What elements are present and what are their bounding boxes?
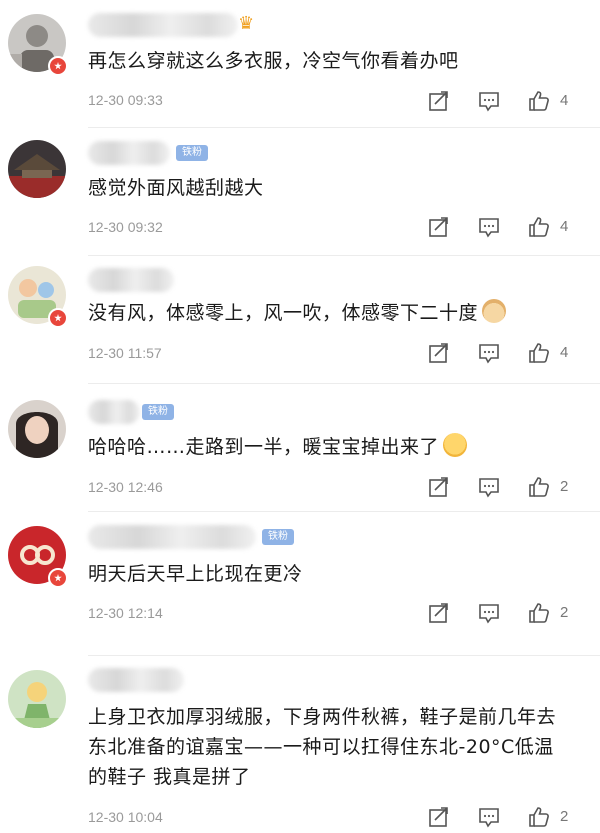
repost-icon[interactable] xyxy=(428,806,450,828)
comment-feed: ♛ 再怎么穿就这么多衣服，冷空气你看着办吧 12-30 09:33 4 铁粉 感… xyxy=(0,0,600,833)
like-count: 2 xyxy=(560,808,569,825)
comment-time: 12-30 10:04 xyxy=(88,809,163,825)
comment-time: 12-30 12:46 xyxy=(88,479,163,495)
repost-icon[interactable] xyxy=(428,476,450,498)
comment-time: 12-30 09:32 xyxy=(88,219,163,235)
doge-emoji xyxy=(482,299,507,323)
repost-icon[interactable] xyxy=(428,216,450,238)
comment-actions: 2 xyxy=(420,476,590,500)
username-blurred[interactable] xyxy=(88,13,238,37)
comment-actions: 4 xyxy=(420,90,590,114)
shy-emoji xyxy=(443,433,468,457)
fan-tag: 铁粉 xyxy=(142,404,174,420)
thumbs-up-icon[interactable] xyxy=(528,90,550,112)
comment-actions: 4 xyxy=(420,216,590,240)
comment-item: ♛ 再怎么穿就这么多衣服，冷空气你看着办吧 12-30 09:33 4 xyxy=(0,0,600,128)
fan-tag: 铁粉 xyxy=(262,529,294,545)
like-count: 4 xyxy=(560,344,569,361)
verified-badge-icon xyxy=(48,308,68,328)
comment-time: 12-30 09:33 xyxy=(88,92,163,108)
comment-time: 12-30 11:57 xyxy=(88,345,162,361)
username-blurred[interactable] xyxy=(88,400,140,424)
avatar[interactable] xyxy=(8,400,66,458)
comment-icon[interactable] xyxy=(478,806,500,828)
username-blurred[interactable] xyxy=(88,668,184,692)
username-blurred[interactable] xyxy=(88,268,174,292)
comment-icon[interactable] xyxy=(478,476,500,498)
verified-badge-icon xyxy=(48,56,68,76)
fan-tag: 铁粉 xyxy=(176,145,208,161)
repost-icon[interactable] xyxy=(428,602,450,624)
comment-text: 哈哈哈……走路到一半，暖宝宝掉出来了 xyxy=(88,432,583,462)
comment-icon[interactable] xyxy=(478,342,500,364)
comment-icon[interactable] xyxy=(478,216,500,238)
comment-actions: 2 xyxy=(420,602,590,626)
comment-icon[interactable] xyxy=(478,90,500,112)
comment-actions: 2 xyxy=(420,806,590,830)
comment-item: 铁粉 明天后天早上比现在更冷 12-30 12:14 2 xyxy=(0,512,600,652)
comment-text: 上身卫衣加厚羽绒服，下身两件秋裤，鞋子是前几年去东北准备的谊嘉宝——一种可以扛得… xyxy=(88,706,557,788)
thumbs-up-icon[interactable] xyxy=(528,806,550,828)
comment-text-content: 哈哈哈……走路到一半，暖宝宝掉出来了 xyxy=(88,436,440,458)
comment-item: 上身卫衣加厚羽绒服，下身两件秋裤，鞋子是前几年去东北准备的谊嘉宝——一种可以扛得… xyxy=(0,656,600,833)
thumbs-up-icon[interactable] xyxy=(528,342,550,364)
thumbs-up-icon[interactable] xyxy=(528,216,550,238)
username-blurred[interactable] xyxy=(88,525,256,549)
repost-icon[interactable] xyxy=(428,342,450,364)
comment-text: 没有风，体感零上，风一吹，体感零下二十度 xyxy=(88,298,583,328)
crown-icon: ♛ xyxy=(238,13,255,34)
comment-icon[interactable] xyxy=(478,602,500,624)
repost-icon[interactable] xyxy=(428,90,450,112)
comment-text: 感觉外面风越刮越大 xyxy=(88,177,264,199)
like-count: 2 xyxy=(560,478,569,495)
comment-text-content: 没有风，体感零上，风一吹，体感零下二十度 xyxy=(88,302,479,324)
comment-text: 再怎么穿就这么多衣服，冷空气你看着办吧 xyxy=(88,50,459,72)
comment-item: 铁粉 哈哈哈……走路到一半，暖宝宝掉出来了 12-30 12:46 2 xyxy=(0,384,600,512)
comment-item: 没有风，体感零上，风一吹，体感零下二十度 12-30 11:57 4 xyxy=(0,256,600,384)
like-count: 2 xyxy=(560,604,569,621)
like-count: 4 xyxy=(560,92,569,109)
comment-time: 12-30 12:14 xyxy=(88,605,163,621)
avatar[interactable] xyxy=(8,140,66,198)
thumbs-up-icon[interactable] xyxy=(528,476,550,498)
comment-actions: 4 xyxy=(420,342,590,366)
verified-badge-icon xyxy=(48,568,68,588)
thumbs-up-icon[interactable] xyxy=(528,602,550,624)
like-count: 4 xyxy=(560,218,569,235)
comment-item: 铁粉 感觉外面风越刮越大 12-30 09:32 4 xyxy=(0,128,600,256)
avatar[interactable] xyxy=(8,670,66,728)
comment-text: 明天后天早上比现在更冷 xyxy=(88,563,303,585)
username-blurred[interactable] xyxy=(88,141,170,165)
